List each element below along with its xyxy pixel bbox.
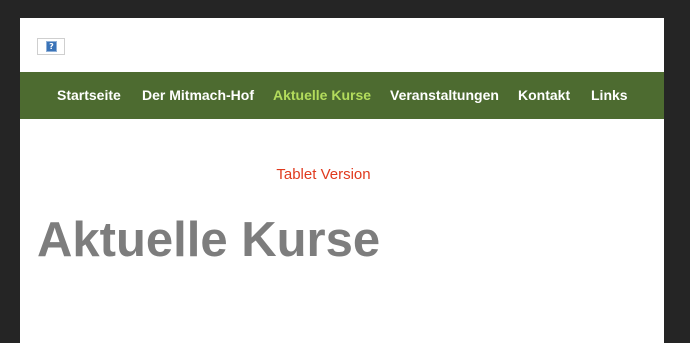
nav-item-links[interactable]: Links (591, 72, 628, 119)
nav-item-startseite[interactable]: Startseite (57, 72, 121, 119)
page-title: Aktuelle Kurse (37, 213, 381, 267)
web-page: ? Startseite Der Mitmach-Hof Aktuelle Ku… (20, 18, 664, 343)
nav-item-aktuelle-kurse[interactable]: Aktuelle Kurse (273, 72, 371, 119)
broken-image-icon: ? (46, 41, 57, 52)
nav-item-veranstaltungen[interactable]: Veranstaltungen (390, 72, 499, 119)
logo-placeholder[interactable]: ? (37, 38, 65, 55)
main-navigation: Startseite Der Mitmach-Hof Aktuelle Kurs… (20, 72, 664, 119)
nav-item-der-mitmach-hof[interactable]: Der Mitmach-Hof (142, 72, 254, 119)
nav-item-kontakt[interactable]: Kontakt (518, 72, 570, 119)
tablet-version-note: Tablet Version (276, 166, 371, 183)
